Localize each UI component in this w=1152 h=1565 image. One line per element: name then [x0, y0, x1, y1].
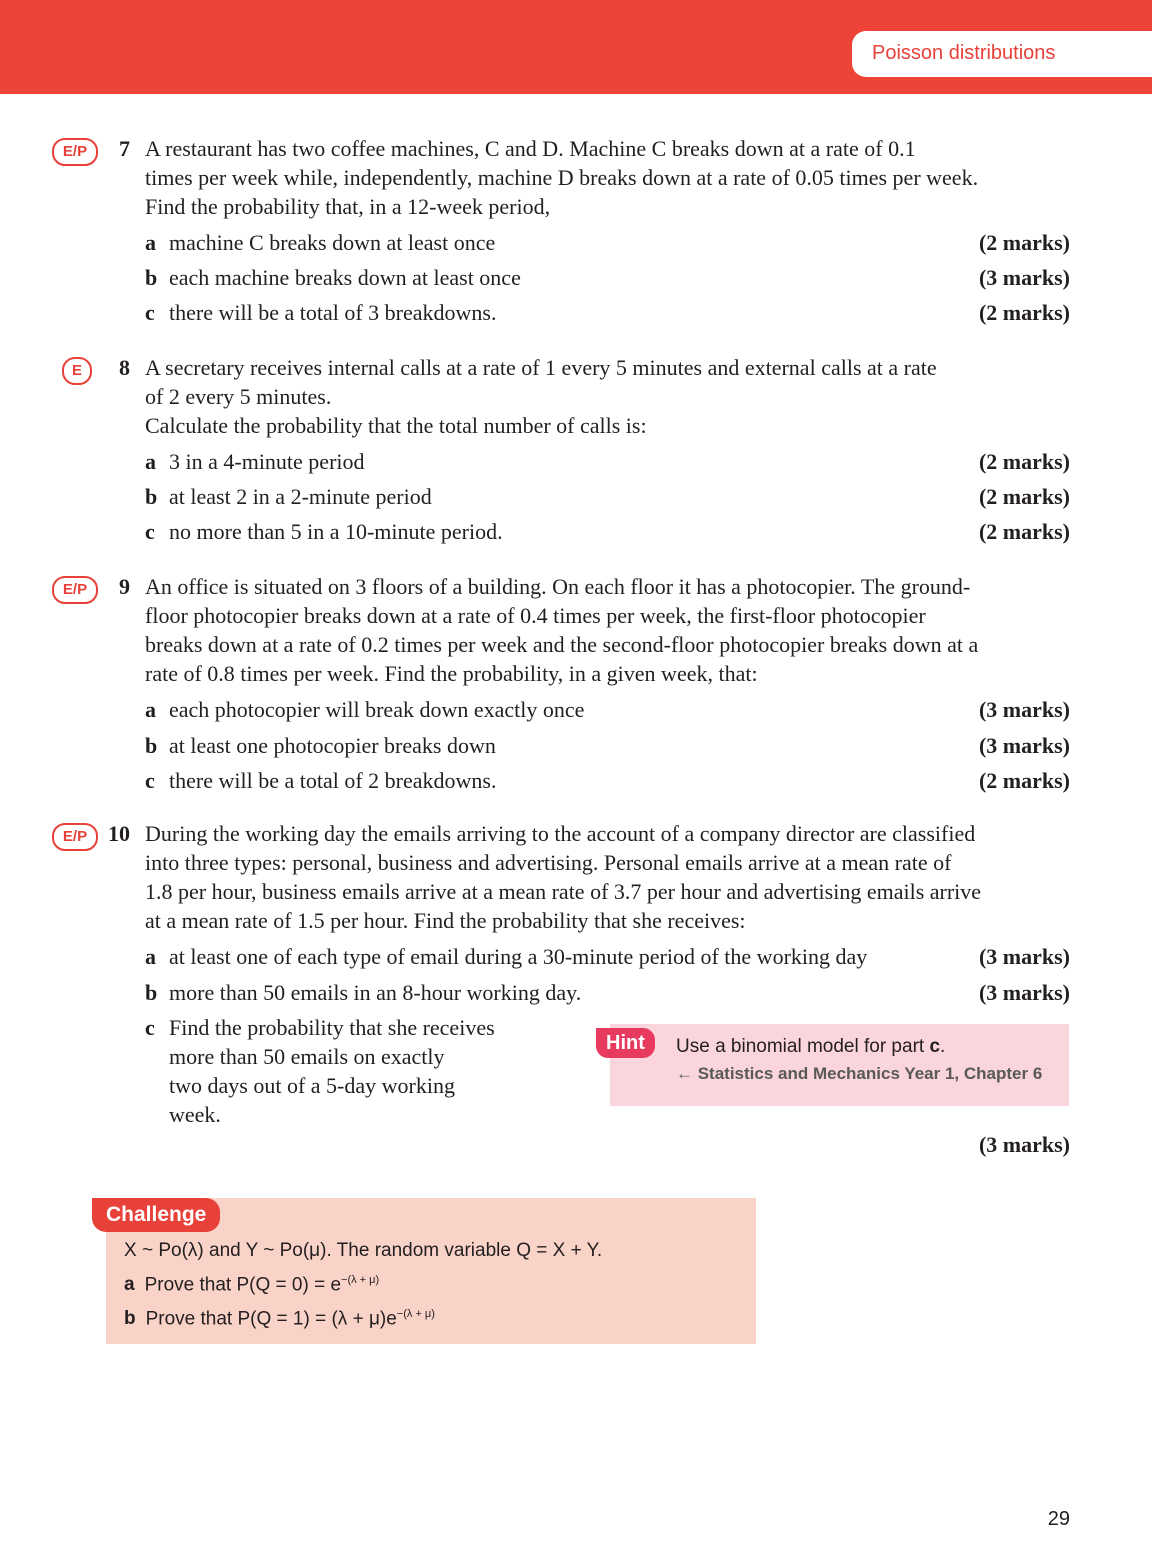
question-stem: During the working day the emails arrivi… [145, 819, 1065, 935]
stem-line: rate of 0.8 times per week. Find the pro… [145, 661, 758, 686]
part-label: c [145, 768, 155, 793]
page-header: Poisson distributions [0, 0, 1152, 94]
stem-line: floor photocopier breaks down at a rate … [145, 603, 926, 628]
stem-line: times per week while, independently, mac… [145, 165, 979, 190]
challenge-tag: Challenge [92, 1198, 221, 1232]
stem-line: 1.8 per hour, business emails arrive at … [145, 879, 982, 904]
part-text: each photocopier will break down exactly… [169, 697, 585, 722]
question-stem: A restaurant has two coffee machines, C … [145, 134, 1065, 221]
stem-line: A secretary receives internal calls at a… [145, 355, 937, 380]
part-label: b [145, 980, 158, 1005]
part-marks: (2 marks) [978, 300, 1070, 325]
hint-text-prefix: Use a binomial model for part [676, 1036, 930, 1057]
question-number: 7 [119, 136, 130, 161]
challenge-part-label: a [124, 1274, 135, 1296]
part-text: machine C breaks down at least once [169, 230, 496, 255]
stem-line: Find the probability that, in a 12-week … [145, 194, 551, 219]
part-label: a [145, 230, 156, 255]
exam-badge: E [62, 357, 92, 385]
question-number: 8 [119, 355, 130, 380]
part-label: b [145, 484, 158, 509]
part-text: at least 2 in a 2-minute period [169, 484, 432, 509]
part-label: c [145, 300, 155, 325]
part-text: more than 50 emails in an 8-hour working… [169, 980, 582, 1005]
part-marks: (3 marks) [978, 697, 1070, 722]
part-label: a [145, 944, 156, 969]
challenge-part-b: b Prove that P(Q = 1) = (λ + μ)e−(λ + μ) [124, 1308, 435, 1330]
part-label: a [145, 449, 156, 474]
part-label: b [145, 733, 158, 758]
stem-line: An office is situated on 3 floors of a b… [145, 574, 971, 599]
section-title: Poisson distributions [872, 42, 1056, 64]
part-marks: (2 marks) [978, 484, 1070, 509]
page-number: 29 [1047, 1508, 1070, 1530]
part-marks: (2 marks) [978, 449, 1070, 474]
part-text: no more than 5 in a 10-minute period. [169, 519, 503, 544]
question-number: 10 [108, 821, 130, 846]
stem-line: breaks down at a rate of 0.2 times per w… [145, 632, 979, 657]
challenge-part-label: b [124, 1308, 136, 1330]
stem-line: During the working day the emails arrivi… [145, 821, 976, 846]
stem-line: A restaurant has two coffee machines, C … [145, 136, 916, 161]
part-marks: (2 marks) [978, 768, 1070, 793]
question-stem: An office is situated on 3 floors of a b… [145, 572, 1065, 688]
challenge-box: Challenge X ~ Po(λ) and Y ~ Po(μ). The r… [92, 1198, 756, 1344]
challenge-intro: X ~ Po(λ) and Y ~ Po(μ). The random vari… [124, 1240, 603, 1261]
stem-line: into three types: personal, business and… [145, 850, 952, 875]
part-text-line: two days out of a 5-day working [169, 1073, 455, 1098]
part-text: 3 in a 4-minute period [169, 449, 365, 474]
hint-reference: ← Statistics and Mechanics Year 1, Chapt… [676, 1064, 1043, 1083]
challenge-part-text: Prove that P(Q = 0) = e [144, 1274, 342, 1296]
part-text: there will be a total of 3 breakdowns. [169, 300, 497, 325]
part-marks: (3 marks) [978, 265, 1070, 290]
challenge-part-exponent: −(λ + μ) [341, 1274, 380, 1286]
part-text: at least one photocopier breaks down [169, 733, 496, 758]
part-marks: (3 marks) [978, 980, 1070, 1005]
part-text: there will be a total of 2 breakdowns. [169, 768, 497, 793]
part-text: at least one of each type of email durin… [169, 944, 868, 969]
challenge-part-exponent: −(λ + μ) [396, 1308, 435, 1320]
stem-line: at a mean rate of 1.5 per hour. Find the… [145, 908, 746, 933]
stem-line: of 2 every 5 minutes. [145, 384, 332, 409]
part-label: b [145, 265, 158, 290]
question-stem: A secretary receives internal calls at a… [145, 353, 1065, 440]
stem-line: Calculate the probability that the total… [145, 413, 647, 438]
part-marks: (2 marks) [978, 519, 1070, 544]
part-text-line: week. [169, 1102, 221, 1127]
question-number: 9 [119, 574, 130, 599]
part-label: c [145, 519, 155, 544]
part-label: a [145, 697, 156, 722]
challenge-part-a: a Prove that P(Q = 0) = e−(λ + μ) [124, 1274, 379, 1296]
part-text-line: Find the probability that she receives [169, 1015, 495, 1040]
part-marks: (2 marks) [978, 230, 1070, 255]
part-text: each machine breaks down at least once [169, 265, 521, 290]
hint-text-bold: c [929, 1036, 941, 1057]
hint-text: Use a binomial model for part c. [676, 1036, 945, 1058]
hint-text-suffix: . [940, 1036, 946, 1057]
part-text: Find the probability that she receives m… [169, 1013, 569, 1129]
challenge-part-text: Prove that P(Q = 1) = (λ + μ)e [145, 1308, 397, 1330]
part-marks: (3 marks) [978, 733, 1070, 758]
part-label: c [145, 1015, 155, 1040]
part-marks: (3 marks) [978, 1132, 1070, 1157]
part-text-line: more than 50 emails on exactly [169, 1044, 445, 1069]
hint-box: Hint Use a binomial model for part c. ← … [596, 1024, 1069, 1106]
section-tab: Poisson distributions [852, 31, 1152, 77]
hint-tag: Hint [596, 1028, 655, 1058]
part-marks: (3 marks) [978, 944, 1070, 969]
